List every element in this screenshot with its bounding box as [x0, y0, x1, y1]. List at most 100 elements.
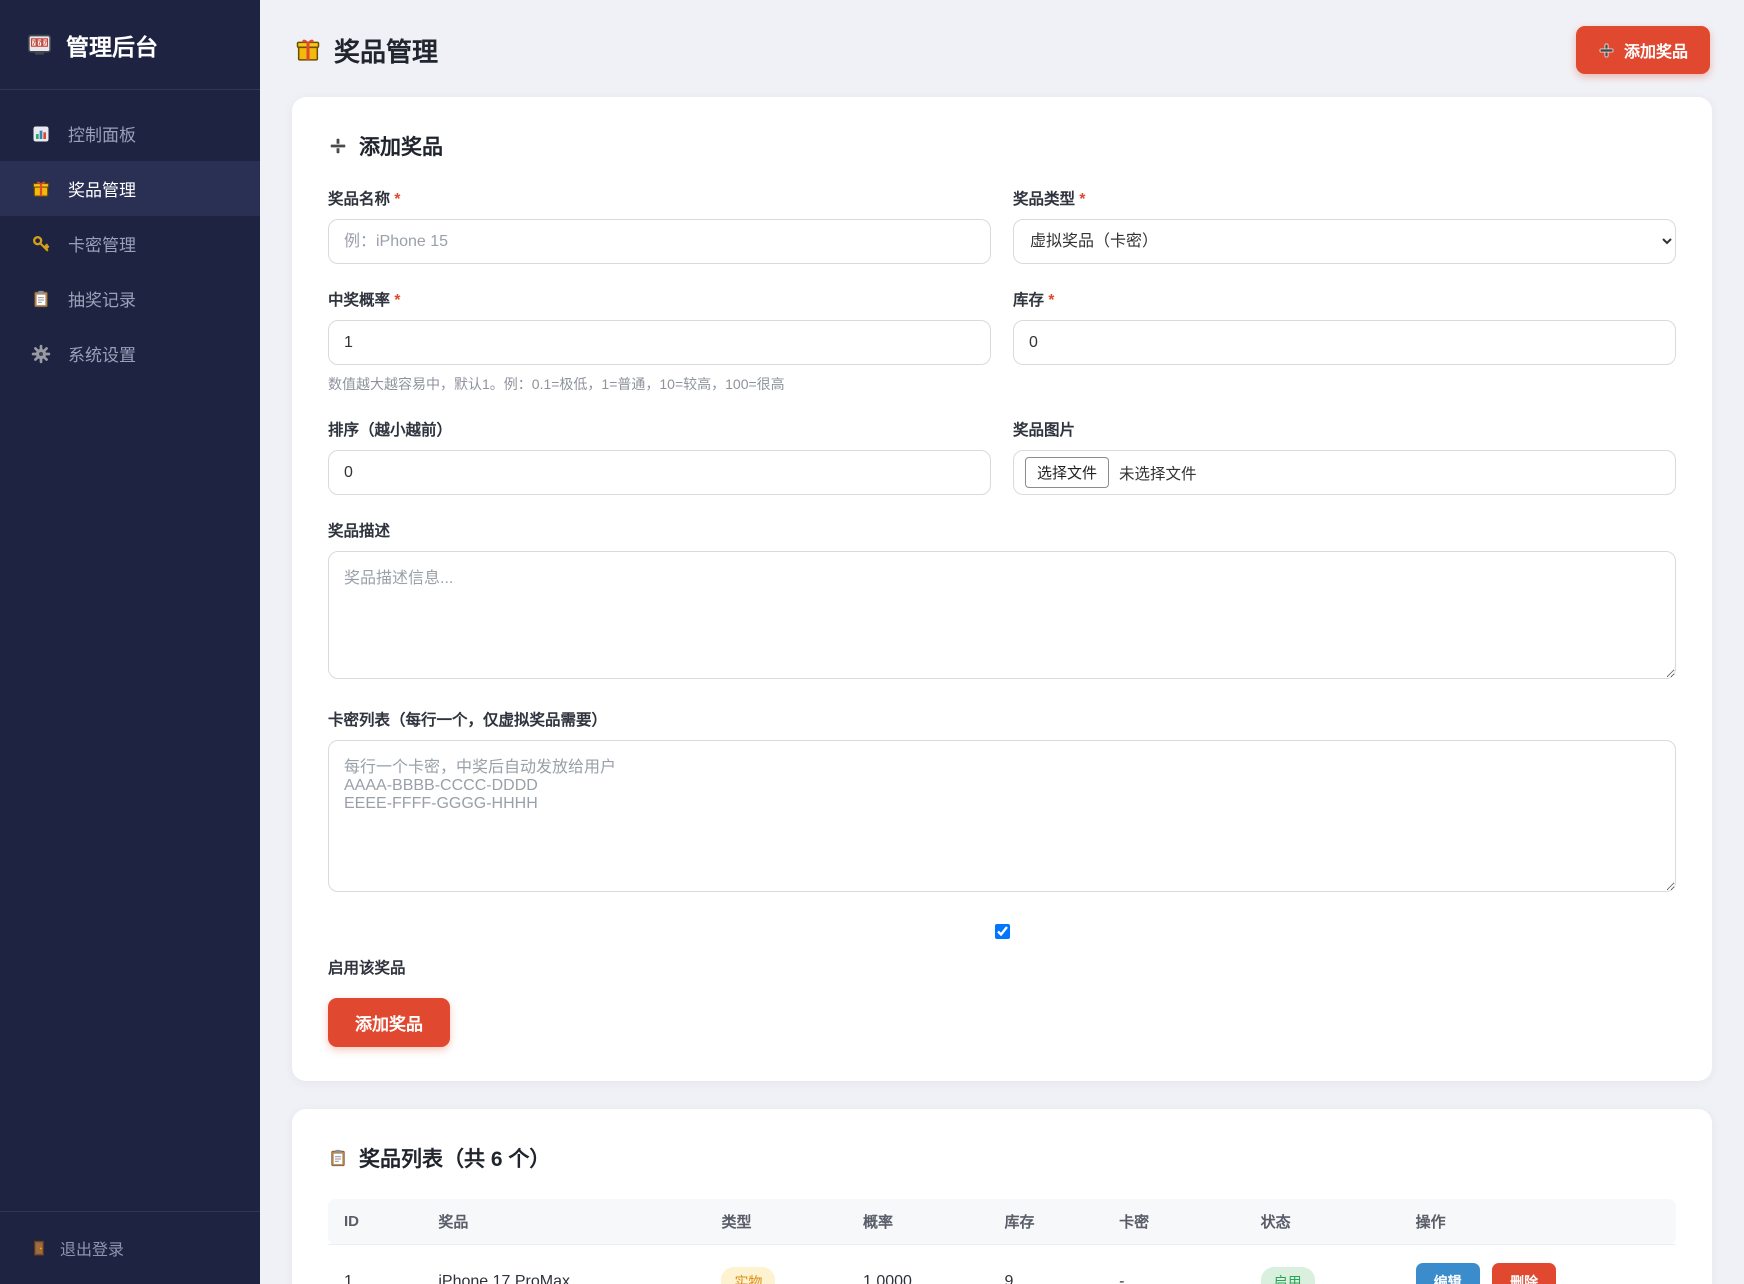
column-header: 操作 [1400, 1199, 1676, 1245]
cell-type: 实物 [705, 1245, 847, 1284]
table-row: 1 iPhone 17 ProMax 实物 1.0000 9 - 启用 编辑 删… [328, 1245, 1676, 1284]
add-prize-header-button[interactable]: 添加奖品 [1576, 26, 1710, 74]
prize-table: ID奖品类型概率库存卡密状态操作 1 iPhone 17 ProMax 实物 1… [328, 1199, 1676, 1284]
form-heading-text: 添加奖品 [359, 131, 443, 161]
field-probability: 中奖概率 * 数值越大越容易中，默认1。例：0.1=极低，1=普通，10=较高，… [328, 288, 991, 394]
card-list-textarea[interactable] [328, 740, 1676, 892]
prize-name-label: 奖品名称 * [328, 187, 991, 209]
sidebar-item-label: 奖品管理 [68, 176, 136, 201]
slot-machine-icon: 777 [26, 31, 53, 58]
prize-type-label-text: 奖品类型 [1013, 191, 1075, 208]
probability-input[interactable] [328, 320, 991, 365]
probability-label: 中奖概率 * [328, 288, 991, 310]
cell-status: 启用 [1245, 1245, 1400, 1284]
list-heading-text: 奖品列表（共 6 个） [359, 1143, 550, 1173]
field-stock: 库存 * [1013, 288, 1676, 394]
description-textarea[interactable] [328, 551, 1676, 679]
image-label: 奖品图片 [1013, 418, 1676, 440]
no-file-text: 未选择文件 [1119, 462, 1197, 484]
column-header: 概率 [847, 1199, 989, 1245]
description-label: 奖品描述 [328, 519, 1676, 541]
enable-label: 启用该奖品 [328, 956, 1676, 978]
clipboard-icon [328, 1148, 348, 1168]
prize-type-label: 奖品类型 * [1013, 187, 1676, 209]
app-title: 管理后台 [66, 28, 158, 62]
sidebar-nav: 控制面板 奖品管理 卡密管理 抽奖记录 系统设置 [0, 90, 260, 1211]
field-sort: 排序（越小越前） [328, 418, 991, 495]
door-icon [30, 1239, 48, 1257]
prize-name-input[interactable] [328, 219, 991, 264]
sidebar-item-label: 卡密管理 [68, 231, 136, 256]
gift-icon [294, 36, 322, 64]
column-header: 奖品 [422, 1199, 705, 1245]
cell-stock: 9 [989, 1245, 1104, 1284]
required-asterisk: * [1079, 191, 1085, 208]
sidebar: 777 管理后台 控制面板 奖品管理 卡密管理 抽奖记录 系统设置 退出登录 [0, 0, 260, 1284]
sidebar-item-dashboard[interactable]: 控制面板 [0, 106, 260, 161]
sidebar-item-settings[interactable]: 系统设置 [0, 326, 260, 381]
required-asterisk: * [1048, 292, 1054, 309]
edit-button[interactable]: 编辑 [1416, 1263, 1480, 1284]
required-asterisk: * [394, 292, 400, 309]
list-heading: 奖品列表（共 6 个） [328, 1143, 1676, 1173]
cell-id: 1 [328, 1245, 422, 1284]
field-prize-type: 奖品类型 * 虚拟奖品（卡密） [1013, 187, 1676, 264]
column-header: ID [328, 1199, 422, 1245]
sidebar-item-records[interactable]: 抽奖记录 [0, 271, 260, 326]
stock-input[interactable] [1013, 320, 1676, 365]
sidebar-item-label: 抽奖记录 [68, 286, 136, 311]
cell-actions: 编辑 删除 [1400, 1245, 1676, 1284]
required-asterisk: * [394, 191, 400, 208]
cell-probability: 1.0000 [847, 1245, 989, 1284]
column-header: 状态 [1245, 1199, 1400, 1245]
column-header: 类型 [705, 1199, 847, 1245]
plus-icon [328, 136, 348, 156]
field-enabled: 启用该奖品 添加奖品 [328, 921, 1676, 1047]
table-header-row: ID奖品类型概率库存卡密状态操作 [328, 1199, 1676, 1245]
form-heading: 添加奖品 [328, 131, 1676, 161]
submit-add-prize-button[interactable]: 添加奖品 [328, 998, 450, 1047]
sidebar-item-prizes[interactable]: 奖品管理 [0, 161, 260, 216]
main-content: 奖品管理 添加奖品 添加奖品 奖品名称 * 奖品类型 * [260, 0, 1744, 1284]
sidebar-item-label: 系统设置 [68, 341, 136, 366]
cell-cards: - [1103, 1245, 1245, 1284]
add-prize-header-label: 添加奖品 [1624, 38, 1688, 62]
field-prize-name: 奖品名称 * [328, 187, 991, 264]
prize-type-select[interactable]: 虚拟奖品（卡密） [1013, 219, 1676, 264]
add-prize-form: 奖品名称 * 奖品类型 * 虚拟奖品（卡密） 中奖概率 * [328, 187, 1676, 1047]
field-image: 奖品图片 选择文件 未选择文件 [1013, 418, 1676, 495]
gear-icon [30, 344, 52, 364]
cell-prize-name: iPhone 17 ProMax [422, 1245, 705, 1284]
prize-image-input[interactable]: 选择文件 未选择文件 [1013, 450, 1676, 495]
gift-icon [30, 179, 52, 199]
sort-label: 排序（越小越前） [328, 418, 991, 440]
plus-icon [1598, 42, 1615, 59]
column-header: 库存 [989, 1199, 1104, 1245]
sort-input[interactable] [328, 450, 991, 495]
stock-label: 库存 * [1013, 288, 1676, 310]
add-prize-form-card: 添加奖品 奖品名称 * 奖品类型 * 虚拟奖品（卡密） [292, 97, 1712, 1081]
field-card-list: 卡密列表（每行一个，仅虚拟奖品需要） [328, 708, 1676, 897]
clipboard-icon [30, 289, 52, 309]
prize-name-label-text: 奖品名称 [328, 191, 390, 208]
app-logo: 777 管理后台 [0, 0, 260, 90]
type-badge: 实物 [721, 1267, 775, 1284]
card-list-label: 卡密列表（每行一个，仅虚拟奖品需要） [328, 708, 1676, 730]
prize-table-body: 1 iPhone 17 ProMax 实物 1.0000 9 - 启用 编辑 删… [328, 1245, 1676, 1284]
choose-file-button[interactable]: 选择文件 [1025, 457, 1109, 488]
column-header: 卡密 [1103, 1199, 1245, 1245]
page-title-text: 奖品管理 [334, 32, 438, 69]
delete-button[interactable]: 删除 [1492, 1263, 1556, 1284]
probability-hint: 数值越大越容易中，默认1。例：0.1=极低，1=普通，10=较高，100=很高 [328, 374, 991, 394]
prize-list-card: 奖品列表（共 6 个） ID奖品类型概率库存卡密状态操作 1 iPhone 17… [292, 1109, 1712, 1284]
enable-checkbox[interactable] [995, 924, 1010, 939]
sidebar-item-cards[interactable]: 卡密管理 [0, 216, 260, 271]
status-badge: 启用 [1261, 1267, 1315, 1284]
page-header: 奖品管理 添加奖品 [292, 0, 1712, 97]
page-title: 奖品管理 [294, 32, 438, 69]
sidebar-item-label: 控制面板 [68, 121, 136, 146]
field-description: 奖品描述 [328, 519, 1676, 684]
key-icon [30, 234, 52, 254]
logout-button[interactable]: 退出登录 [0, 1211, 260, 1284]
enable-checkbox-wrap [328, 921, 1676, 944]
